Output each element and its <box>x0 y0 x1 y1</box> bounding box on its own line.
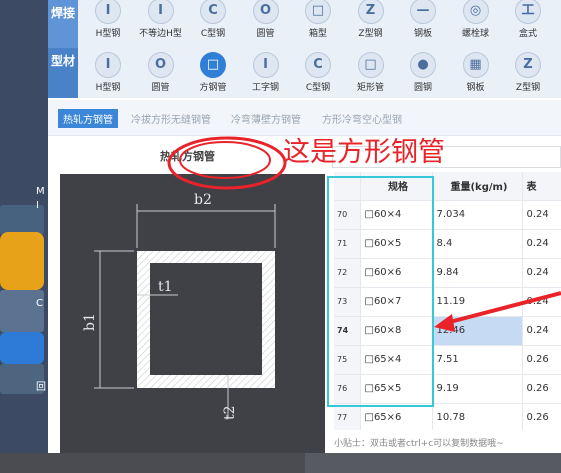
annotation-overlay <box>167 136 561 407</box>
highlight-box <box>327 176 434 407</box>
annotation-arrow <box>445 291 561 325</box>
annotation-text: 这是方形钢管 <box>283 137 445 168</box>
annotation-arrowhead <box>434 314 455 332</box>
annotation-circle-inner <box>179 141 271 179</box>
annotation-circle <box>167 136 287 190</box>
